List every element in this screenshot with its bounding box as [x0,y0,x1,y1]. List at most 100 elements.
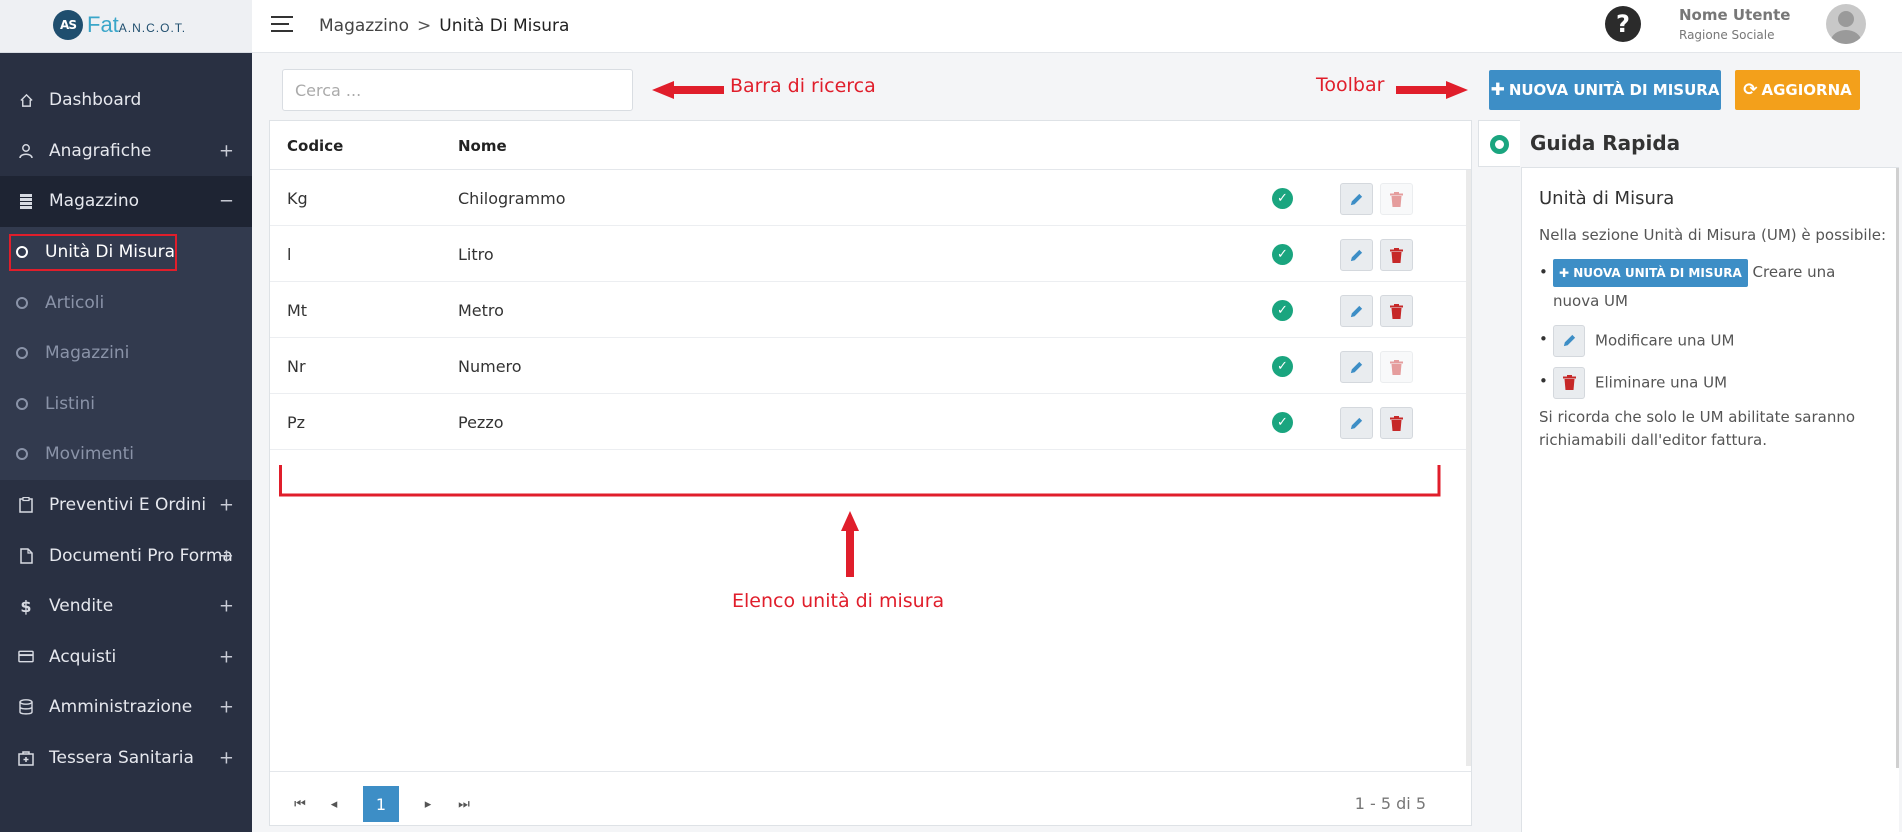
sidebar-item-documenti-pro-forma[interactable]: Documenti Pro Forma + [0,530,252,581]
first-page-icon[interactable]: ⏮ [290,786,310,822]
new-unit-button[interactable]: ✚ NUOVA UNITÀ DI MISURA [1489,70,1721,110]
cell-code: Pz [287,413,306,432]
user-icon [18,143,34,159]
sidebar-item-label: Acquisti [49,646,117,667]
menu-toggle-icon[interactable] [271,16,293,34]
table-row[interactable]: Mt Metro ✓ [270,282,1467,338]
enabled-check-icon: ✓ [1272,188,1293,209]
breadcrumb: Magazzino > Unità Di Misura [319,16,569,36]
sidebar-subitem-listini[interactable]: Listini [0,379,252,430]
cell-code: l [287,245,292,264]
table-row[interactable]: Pz Pezzo ✓ [270,394,1467,450]
document-icon [18,547,34,564]
trash-icon [1390,359,1403,375]
sidebar-subitem-unita-di-misura[interactable]: Unità Di Misura [0,227,252,278]
sidebar-subitem-label: Movimenti [45,444,135,465]
guide-intro: Nella sezione Unità di Misura (UM) è pos… [1539,226,1887,244]
delete-button[interactable] [1380,407,1413,439]
guide-list: ✚ NUOVA UNITÀ DI MISURA Creare una nuova… [1539,258,1884,409]
annotation-toolbar: Toolbar [1316,74,1385,96]
guide-tab[interactable] [1478,120,1520,167]
table-scrollbar[interactable] [1466,170,1471,766]
search-input[interactable] [282,69,633,111]
sidebar-item-vendite[interactable]: $ Vendite + [0,581,252,632]
edit-button[interactable] [1340,351,1373,383]
pagination-info: 1 - 5 di 5 [1354,794,1426,813]
delete-button[interactable] [1380,239,1413,271]
table-row[interactable]: l Litro ✓ [270,226,1467,282]
user-name: Nome Utente [1679,6,1791,24]
trash-icon [1390,415,1403,431]
delete-button [1380,183,1413,215]
expand-icon[interactable]: + [219,495,234,516]
sidebar-subitem-label: Articoli [45,292,105,313]
column-header-codice[interactable]: Codice [287,137,343,155]
annotation-arrow-toolbar [1396,81,1468,99]
pencil-icon [1350,249,1363,261]
sidebar-item-dashboard[interactable]: Dashboard [0,75,252,126]
edit-button[interactable] [1340,239,1373,271]
units-table: Codice Nome Kg Chilogrammo ✓ l Litro ✓ M… [269,120,1472,826]
logo[interactable]: AS FatA.N.C.O.T. [0,0,252,53]
circle-icon [16,296,28,309]
prev-page-icon[interactable]: ◂ [324,786,344,822]
table-row[interactable]: Nr Numero ✓ [270,338,1467,394]
lifebuoy-icon [1490,135,1509,154]
sidebar-item-label: Magazzino [49,191,140,212]
last-page-icon[interactable]: ⏭ [454,786,474,822]
sidebar-item-acquisti[interactable]: Acquisti + [0,632,252,683]
enabled-check-icon: ✓ [1272,412,1293,433]
circle-icon [16,246,28,259]
avatar[interactable] [1826,4,1866,44]
home-icon [18,92,34,108]
table-header: Codice Nome [270,121,1471,170]
trash-icon [1390,247,1403,263]
sidebar-item-amministrazione[interactable]: Amministrazione + [0,682,252,733]
sidebar-subitem-articoli[interactable]: Articoli [0,277,252,328]
table-row[interactable]: Kg Chilogrammo ✓ [270,170,1467,226]
sidebar-item-anagrafiche[interactable]: Anagrafiche + [0,126,252,177]
delete-button[interactable] [1380,295,1413,327]
guide-list-item: Modificare una UM [1539,324,1884,357]
edit-button[interactable] [1340,295,1373,327]
user-info[interactable]: Nome Utente Ragione Sociale [1679,6,1790,42]
breadcrumb-parent[interactable]: Magazzino [319,16,409,36]
sidebar-item-preventivi-e-ordini[interactable]: Preventivi E Ordini + [0,480,252,531]
column-header-nome[interactable]: Nome [458,137,507,155]
annotation-bracket-list [279,465,1441,577]
next-page-icon[interactable]: ▸ [418,786,438,822]
cell-code: Nr [287,357,306,376]
refresh-button[interactable]: ⟳ AGGIORNA [1735,70,1860,110]
pencil-icon [1350,417,1363,429]
expand-icon[interactable]: + [219,545,234,566]
expand-icon[interactable]: + [219,697,234,718]
credit-card-icon [18,649,34,665]
sidebar-item-label: Amministrazione [49,697,193,718]
expand-icon[interactable]: + [219,748,234,769]
page-number-button[interactable]: 1 [363,786,399,822]
expand-icon[interactable]: + [219,596,234,617]
cell-code: Kg [287,189,308,208]
trash-icon [1390,303,1403,319]
circle-icon [16,397,28,410]
cell-code: Mt [287,301,308,320]
sidebar-subitem-movimenti[interactable]: Movimenti [0,429,252,480]
sidebar-item-tessera-sanitaria[interactable]: Tessera Sanitaria + [0,733,252,784]
sidebar-subitem-magazzini[interactable]: Magazzini [0,328,252,379]
sidebar-menu: Dashboard Anagrafiche + Magazzino − Unit… [0,75,252,783]
trash-icon [1390,191,1403,207]
guide-scrollbar[interactable] [1896,168,1899,768]
circle-icon [16,347,28,360]
sidebar-item-label: Dashboard [49,90,142,111]
user-company: Ragione Sociale [1679,28,1775,42]
sidebar-item-magazzino[interactable]: Magazzino − [0,176,252,227]
expand-icon[interactable]: + [219,140,234,161]
delete-button [1380,351,1413,383]
pencil-icon [1350,305,1363,317]
edit-button[interactable] [1340,407,1373,439]
expand-icon[interactable]: + [219,646,234,667]
help-icon[interactable]: ? [1605,6,1641,42]
top-bar: Magazzino > Unità Di Misura ? Nome Utente … [252,0,1902,53]
edit-button[interactable] [1340,183,1373,215]
collapse-icon[interactable]: − [219,191,234,212]
